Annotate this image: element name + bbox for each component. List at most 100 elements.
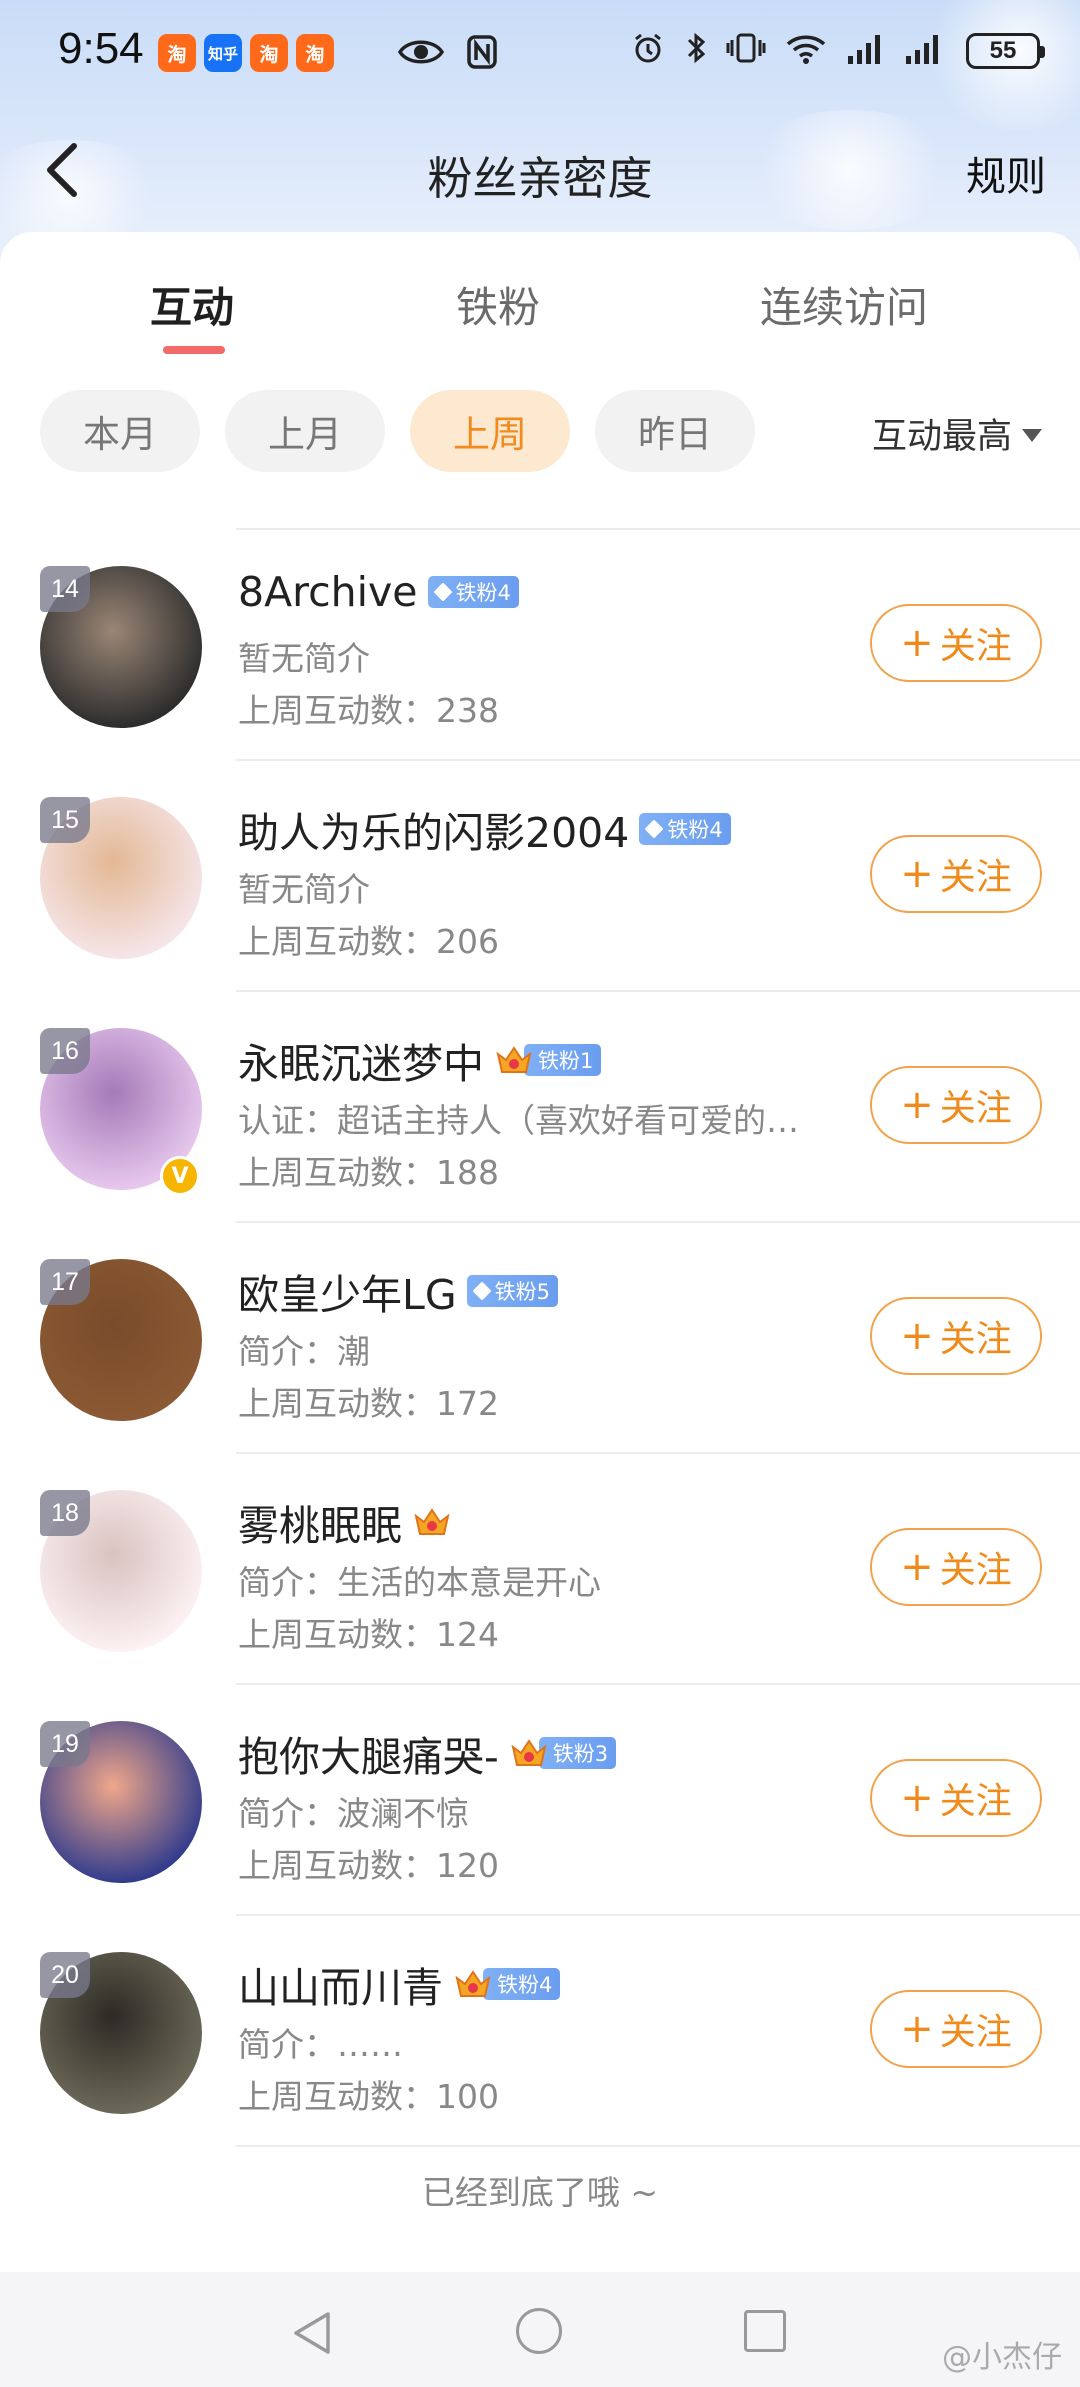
rules-link[interactable]: 规则 bbox=[966, 144, 1046, 202]
tab-consecutive-visits[interactable]: 连续访问 bbox=[760, 274, 928, 335]
notification-app-icons: 淘知乎淘淘 bbox=[158, 34, 334, 72]
alarm-icon bbox=[635, 33, 661, 63]
rank-badge: 20 bbox=[40, 1952, 90, 1998]
user-bio: 简介：波澜不惊 bbox=[238, 1794, 469, 1833]
row-divider bbox=[236, 2145, 1080, 2147]
interaction-count: 上周互动数：238 bbox=[238, 691, 499, 730]
user-bio: 简介：生活的本意是开心 bbox=[238, 1563, 601, 1602]
status-icons bbox=[630, 30, 944, 66]
battery-indicator: 55 bbox=[966, 33, 1045, 69]
follow-button[interactable]: + 关注 bbox=[870, 604, 1042, 682]
user-bio: 认证：超话主持人（喜欢好看可爱的… bbox=[238, 1101, 799, 1140]
user-name[interactable]: 8Archive bbox=[238, 568, 418, 616]
tab-interaction[interactable]: 互动 bbox=[150, 274, 234, 335]
fan-row[interactable]: 20 山山而川青 铁粉4 简介：…… 上周互动数：100 + 关注 bbox=[0, 1914, 1080, 2145]
end-of-list-text: 已经到底了哦 ~ bbox=[421, 2173, 659, 2212]
taobao-icon: 淘 bbox=[158, 34, 196, 72]
diamond-icon bbox=[432, 582, 453, 602]
sort-label: 互动最高 bbox=[871, 417, 1012, 457]
fan-row[interactable]: 18 雾桃眠眠简介：生活的本意是开心 上周互动数：124 + 关注 bbox=[0, 1452, 1080, 1683]
iron-fan-badge: 铁粉4 bbox=[427, 576, 519, 608]
caret-down-icon bbox=[1022, 429, 1042, 442]
time-filter-bar: 本月 上月 上周 昨日 互动最高 bbox=[0, 390, 1080, 474]
interaction-count: 上周互动数：188 bbox=[238, 1153, 499, 1192]
sort-dropdown[interactable]: 互动最高 bbox=[872, 408, 1042, 459]
interaction-count: 上周互动数：100 bbox=[238, 2077, 499, 2116]
fan-row[interactable]: 16 V 永眠沉迷梦中 铁粉1 认证：超话主持人（喜欢好看可爱的… 上周互动数：188 + 关… bbox=[0, 990, 1080, 1221]
nav-back-button[interactable] bbox=[290, 2310, 334, 2356]
user-name[interactable]: 助人为乐的闪影2004 bbox=[238, 799, 629, 859]
page-header: 粉丝亲密度 规则 bbox=[0, 120, 1080, 220]
page-title: 粉丝亲密度 bbox=[427, 152, 653, 205]
crown-icon bbox=[509, 1735, 549, 1771]
rank-badge: 16 bbox=[40, 1028, 90, 1074]
user-name[interactable]: 山山而川青 bbox=[238, 1954, 443, 2014]
fan-row[interactable]: 17 欧皇少年LG 铁粉5 简介：潮上周互动数：172 + 关注 bbox=[0, 1221, 1080, 1452]
eye-icon bbox=[398, 40, 444, 64]
filter-last-month[interactable]: 上月 bbox=[225, 390, 385, 472]
plus-icon: + bbox=[900, 1082, 934, 1128]
user-bio: 暂无简介 bbox=[238, 639, 370, 678]
vibrate-icon bbox=[726, 33, 766, 63]
iron-fan-badge: 铁粉3 bbox=[509, 1735, 617, 1771]
nav-home-button[interactable] bbox=[516, 2308, 562, 2354]
system-nav-bar bbox=[0, 2272, 1080, 2387]
plus-icon: + bbox=[900, 1544, 934, 1590]
iron-fan-badge: 铁粉4 bbox=[453, 1966, 561, 2002]
iron-fan-badge: 铁粉5 bbox=[466, 1275, 558, 1307]
follow-button[interactable]: + 关注 bbox=[870, 1066, 1042, 1144]
crown-icon bbox=[412, 1504, 452, 1540]
filter-last-week[interactable]: 上周 bbox=[410, 390, 570, 472]
fan-row[interactable]: 14 8Archive 铁粉4 暂无简介上周互动数：238 + 关注 bbox=[0, 528, 1080, 759]
status-bar: 9:54 淘知乎淘淘 55 bbox=[0, 0, 1080, 110]
plus-icon: + bbox=[900, 1313, 934, 1359]
nav-recents-button[interactable] bbox=[744, 2310, 786, 2352]
follow-button[interactable]: + 关注 bbox=[870, 1990, 1042, 2068]
plus-icon: + bbox=[900, 2006, 934, 2052]
follow-button[interactable]: + 关注 bbox=[870, 835, 1042, 913]
rank-badge: 17 bbox=[40, 1259, 90, 1305]
user-name[interactable]: 抱你大腿痛哭- bbox=[238, 1723, 499, 1783]
plus-icon: + bbox=[900, 620, 934, 666]
fan-row[interactable]: 15 助人为乐的闪影2004 铁粉4 暂无简介上周互动数：206 + 关注 bbox=[0, 759, 1080, 990]
tab-bar: 互动 铁粉 连续访问 bbox=[0, 232, 1080, 362]
fan-row[interactable]: 19 抱你大腿痛哭- 铁粉3 简介：波澜不惊 上周互动数：120 + 关注 bbox=[0, 1683, 1080, 1914]
user-bio: 简介：潮 bbox=[238, 1332, 370, 1371]
user-name[interactable]: 雾桃眠眠 bbox=[238, 1492, 402, 1552]
rank-badge: 19 bbox=[40, 1721, 90, 1767]
user-bio: 简介：…… bbox=[238, 2025, 403, 2064]
user-name[interactable]: 欧皇少年LG bbox=[238, 1261, 457, 1321]
interaction-count: 上周互动数：124 bbox=[238, 1615, 499, 1654]
diamond-icon bbox=[472, 1281, 492, 1301]
filter-yesterday[interactable]: 昨日 bbox=[595, 390, 755, 472]
signal-icon bbox=[848, 35, 880, 64]
filter-this-month[interactable]: 本月 bbox=[40, 390, 200, 472]
nfc-icon bbox=[467, 35, 497, 69]
verified-icon: V bbox=[160, 1156, 200, 1196]
rank-badge: 18 bbox=[40, 1490, 90, 1536]
user-name[interactable]: 永眠沉迷梦中 bbox=[238, 1030, 484, 1090]
iron-fan-badge: 铁粉4 bbox=[639, 813, 731, 845]
rank-badge: 14 bbox=[40, 566, 90, 612]
taobao-icon: 淘 bbox=[296, 34, 334, 72]
rank-badge: 15 bbox=[40, 797, 90, 843]
plus-icon: + bbox=[900, 851, 934, 897]
bluetooth-icon bbox=[687, 32, 706, 64]
crown-icon bbox=[453, 1966, 493, 2002]
signal-icon-2 bbox=[906, 35, 938, 64]
follow-button[interactable]: + 关注 bbox=[870, 1759, 1042, 1837]
watermark: @小杰仔 bbox=[942, 2340, 1062, 2375]
wifi-icon bbox=[786, 35, 826, 64]
follow-button[interactable]: + 关注 bbox=[870, 1528, 1042, 1606]
interaction-count: 上周互动数：120 bbox=[238, 1846, 499, 1885]
diamond-icon bbox=[644, 819, 664, 839]
interaction-count: 上周互动数：206 bbox=[238, 922, 499, 961]
tab-iron-fans[interactable]: 铁粉 bbox=[456, 274, 540, 335]
interaction-count: 上周互动数：172 bbox=[238, 1384, 499, 1423]
user-bio: 暂无简介 bbox=[238, 870, 370, 909]
plus-icon: + bbox=[900, 1775, 934, 1821]
tab-active-indicator bbox=[163, 346, 225, 354]
follow-button[interactable]: + 关注 bbox=[870, 1297, 1042, 1375]
iron-fan-badge: 铁粉1 bbox=[494, 1042, 602, 1078]
content-card: 互动 铁粉 连续访问 本月 上月 上周 昨日 互动最高 14 8Archive 铁粉… bbox=[0, 232, 1080, 2272]
